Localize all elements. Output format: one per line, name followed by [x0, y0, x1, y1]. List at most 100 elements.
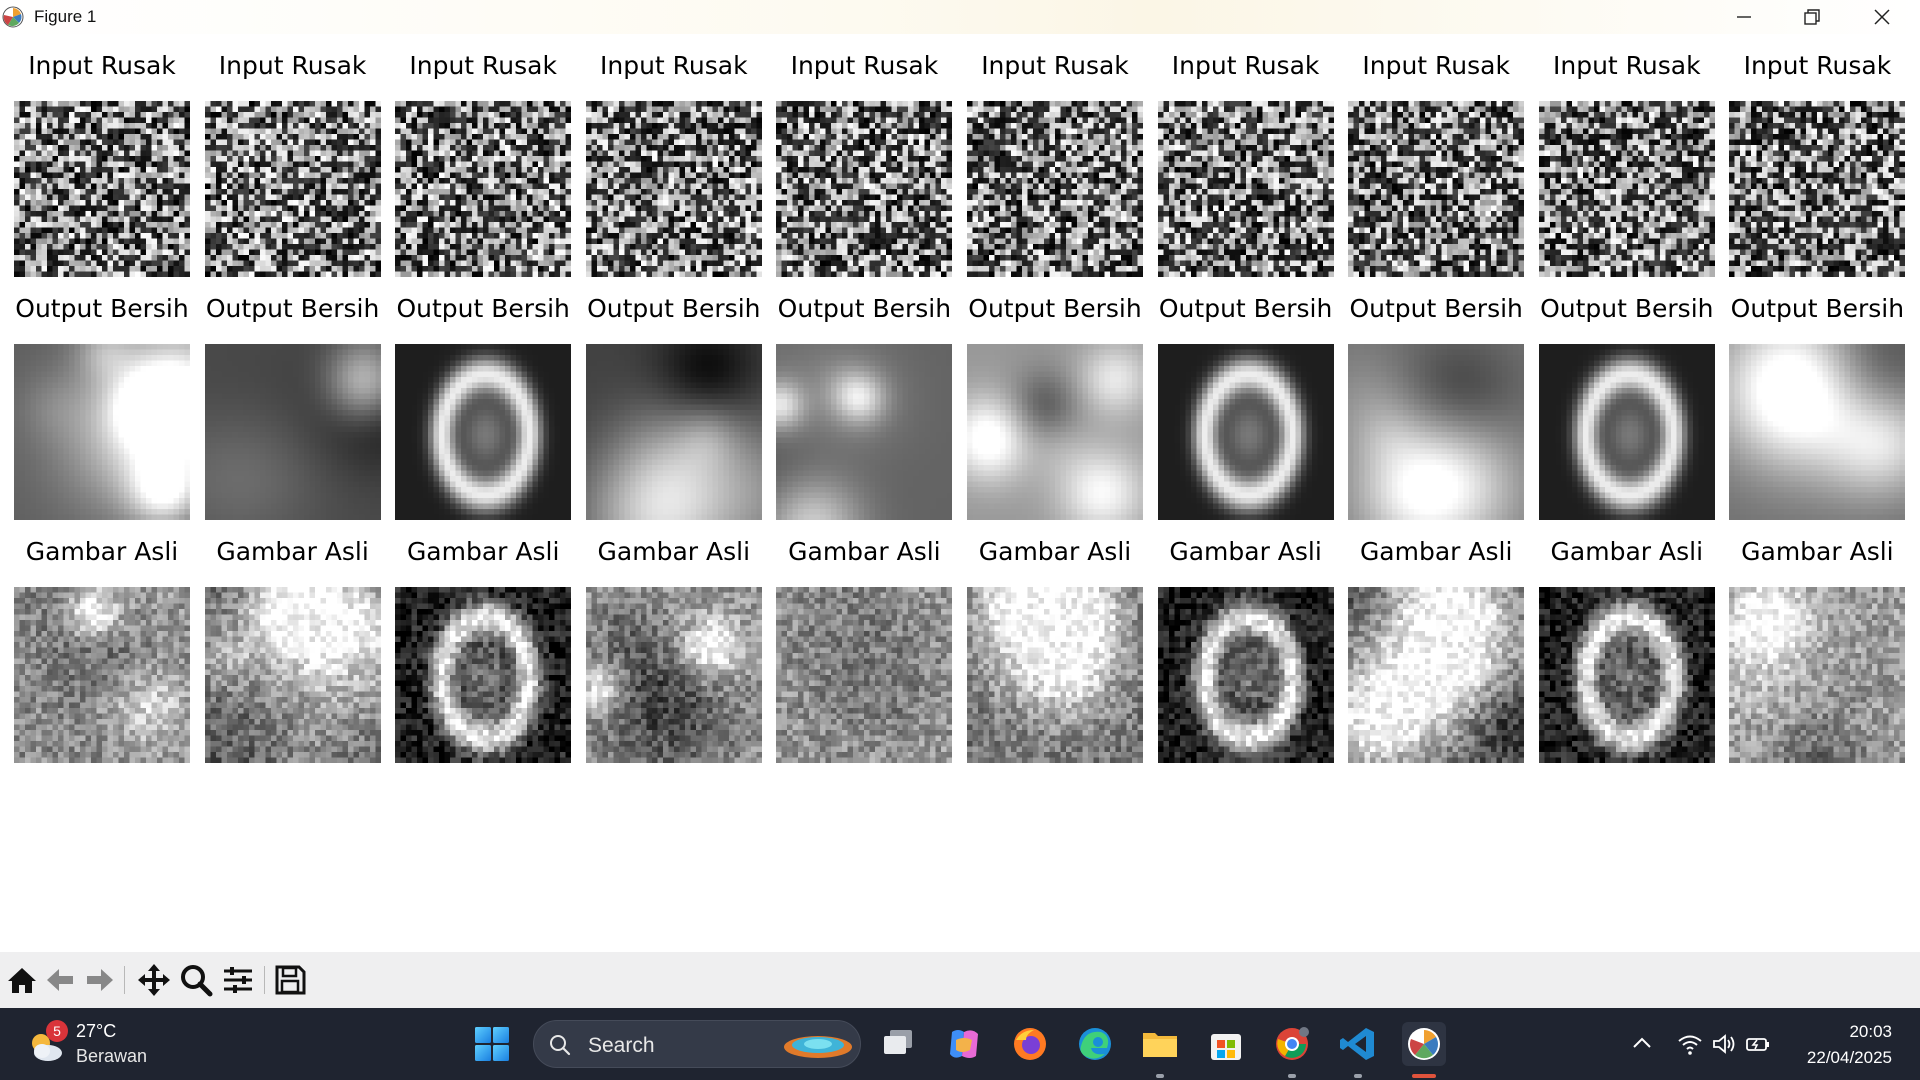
vscode-button[interactable]: [1336, 1022, 1380, 1066]
image-panel: [204, 101, 381, 277]
zoom-icon: [181, 965, 213, 997]
subplot-title: Output Bersih: [1341, 294, 1531, 323]
subplot-title: Output Bersih: [1151, 294, 1341, 323]
image-panel: [1538, 587, 1715, 763]
copilot-icon: [950, 1030, 978, 1058]
image-panel: [585, 587, 762, 763]
subplot-title: Gambar Asli: [579, 537, 769, 566]
window-title: Figure 1: [34, 7, 96, 27]
image-panel: [395, 344, 572, 520]
image-panel: [1348, 587, 1525, 763]
edge-button[interactable]: [1073, 1022, 1117, 1066]
weather-alert-badge: 5: [46, 1020, 68, 1042]
image-panel: [1729, 344, 1906, 520]
windows-start-icon[interactable]: [472, 1024, 512, 1064]
matplotlib-app-icon: [2, 6, 24, 28]
image-panel: [14, 344, 190, 520]
microsoft-store-button[interactable]: [1204, 1022, 1248, 1066]
subplot-title: Input Rusak: [1532, 51, 1722, 80]
taskbar-search-box[interactable]: Search: [533, 1020, 861, 1068]
chrome-icon: [1276, 1027, 1309, 1060]
image-panel: [204, 587, 381, 763]
wifi-icon[interactable]: [1676, 1030, 1704, 1058]
image-panel: [776, 101, 953, 277]
image-panel: [14, 587, 190, 763]
save-button[interactable]: [272, 962, 308, 998]
back-button[interactable]: [42, 962, 78, 998]
subplot-title: Input Rusak: [769, 51, 959, 80]
copilot-button[interactable]: [942, 1022, 986, 1066]
home-icon: [8, 968, 36, 993]
image-panel: [395, 101, 572, 277]
subplot-title: Input Rusak: [198, 51, 388, 80]
minimize-icon: [1737, 16, 1751, 18]
running-indicator: [1354, 1074, 1362, 1078]
windows-taskbar: 5 27°C Berawan Search 20:03 22/04/2025: [0, 1008, 1920, 1080]
firefox-icon: [1014, 1028, 1046, 1060]
matplotlib-task-button[interactable]: [1402, 1022, 1446, 1066]
image-panel: [1157, 344, 1334, 520]
clock-date[interactable]: 22/04/2025: [1807, 1048, 1892, 1068]
forward-icon: [87, 969, 113, 991]
image-panel: [1348, 344, 1525, 520]
task-view-icon: [884, 1030, 912, 1054]
vscode-icon: [1340, 1028, 1374, 1060]
subplot-title: Output Bersih: [388, 294, 578, 323]
weather-description: Berawan: [76, 1046, 147, 1067]
minimize-button[interactable]: [1710, 0, 1778, 34]
image-panel: [776, 344, 953, 520]
subplot-title: Gambar Asli: [1722, 537, 1912, 566]
toolbar-separator: [264, 966, 265, 994]
matplotlib-icon: [1408, 1028, 1440, 1060]
image-panel: [1729, 587, 1906, 763]
forward-button[interactable]: [82, 962, 118, 998]
subplot-title: Input Rusak: [7, 51, 197, 80]
save-icon: [275, 965, 306, 995]
subplot-title: Gambar Asli: [7, 537, 197, 566]
image-panel: [1157, 587, 1334, 763]
image-panel: [967, 344, 1143, 520]
figure-canvas[interactable]: Input Rusak Input Rusak Input Rusak Input R…: [0, 34, 1920, 952]
search-placeholder: Search: [588, 1034, 655, 1058]
clock-time[interactable]: 20:03: [1849, 1022, 1892, 1042]
running-indicator: [1156, 1074, 1164, 1078]
subplot-title: Output Bersih: [1532, 294, 1722, 323]
edge-icon: [1079, 1028, 1111, 1060]
subplot-title: Gambar Asli: [769, 537, 959, 566]
active-indicator: [1412, 1074, 1436, 1078]
subplot-title: Input Rusak: [960, 51, 1150, 80]
battery-icon[interactable]: [1744, 1030, 1772, 1058]
image-panel: [1157, 101, 1334, 277]
subplot-title: Output Bersih: [7, 294, 197, 323]
subplot-title: Gambar Asli: [1532, 537, 1722, 566]
pan-button[interactable]: [136, 962, 172, 998]
store-icon: [1211, 1034, 1241, 1060]
image-panel: [776, 587, 953, 763]
running-indicator: [1288, 1074, 1296, 1078]
file-explorer-button[interactable]: [1138, 1022, 1182, 1066]
image-panel: [395, 587, 572, 763]
restore-icon: [1804, 9, 1820, 25]
close-button[interactable]: [1848, 0, 1916, 34]
subplot-title: Input Rusak: [1722, 51, 1912, 80]
chevron-up-icon[interactable]: [1628, 1030, 1656, 1058]
subplot-title: Output Bersih: [960, 294, 1150, 323]
task-view-button[interactable]: [876, 1022, 920, 1066]
firefox-button[interactable]: [1008, 1022, 1052, 1066]
navigation-toolbar: [0, 952, 1920, 1008]
chrome-button[interactable]: [1270, 1022, 1314, 1066]
configure-subplots-icon: [224, 967, 252, 993]
subplot-title: Input Rusak: [388, 51, 578, 80]
restore-button[interactable]: [1778, 0, 1846, 34]
configure-subplots-button[interactable]: [220, 962, 256, 998]
image-panel: [1538, 101, 1715, 277]
image-panel: [1729, 101, 1906, 277]
home-button[interactable]: [4, 962, 40, 998]
volume-icon[interactable]: [1710, 1030, 1738, 1058]
zoom-button[interactable]: [178, 962, 214, 998]
subplot-title: Gambar Asli: [198, 537, 388, 566]
close-icon: [1874, 9, 1890, 25]
subplot-title: Gambar Asli: [960, 537, 1150, 566]
weather-temperature: 27°C: [76, 1021, 116, 1042]
image-panel: [14, 101, 190, 277]
